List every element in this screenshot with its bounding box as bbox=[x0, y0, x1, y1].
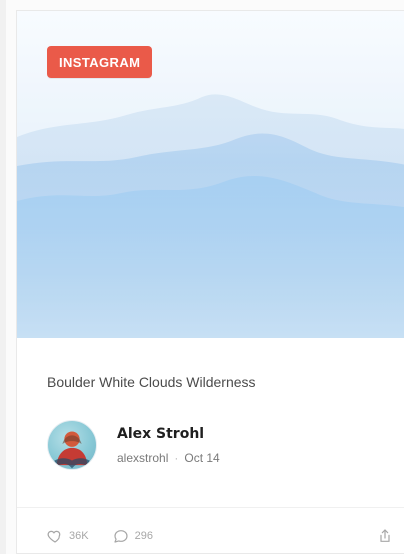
source-badge-label: INSTAGRAM bbox=[59, 54, 141, 70]
author-handle[interactable]: alexstrohl bbox=[117, 451, 168, 465]
avatar-image bbox=[54, 431, 90, 469]
author-meta: Alex Strohl alexstrohl · Oct 14 bbox=[117, 425, 220, 465]
author-name[interactable]: Alex Strohl bbox=[117, 425, 220, 443]
hero-image: INSTAGRAM bbox=[17, 11, 404, 338]
share-icon bbox=[377, 528, 393, 544]
author-row[interactable]: Alex Strohl alexstrohl · Oct 14 bbox=[47, 420, 220, 470]
post-actions: 36K 296 bbox=[47, 524, 404, 548]
comment-button[interactable]: 296 bbox=[113, 528, 153, 544]
heart-icon bbox=[47, 528, 63, 544]
source-badge: INSTAGRAM bbox=[47, 46, 153, 78]
post-card[interactable]: INSTAGRAM Boulder White Clouds Wildernes… bbox=[16, 10, 404, 554]
page: INSTAGRAM Boulder White Clouds Wildernes… bbox=[0, 0, 404, 554]
footer-divider bbox=[17, 507, 404, 508]
like-count: 36K bbox=[69, 530, 89, 542]
post-date: Oct 14 bbox=[184, 451, 220, 465]
like-button[interactable]: 36K bbox=[47, 528, 89, 544]
comment-count: 296 bbox=[134, 530, 153, 542]
comment-icon bbox=[113, 528, 129, 544]
left-edge bbox=[0, 0, 6, 554]
author-sub: alexstrohl · Oct 14 bbox=[117, 451, 220, 465]
post-title[interactable]: Boulder White Clouds Wilderness bbox=[47, 374, 256, 390]
author-separator: · bbox=[174, 451, 179, 465]
share-button[interactable] bbox=[373, 524, 397, 548]
avatar[interactable] bbox=[47, 420, 97, 470]
